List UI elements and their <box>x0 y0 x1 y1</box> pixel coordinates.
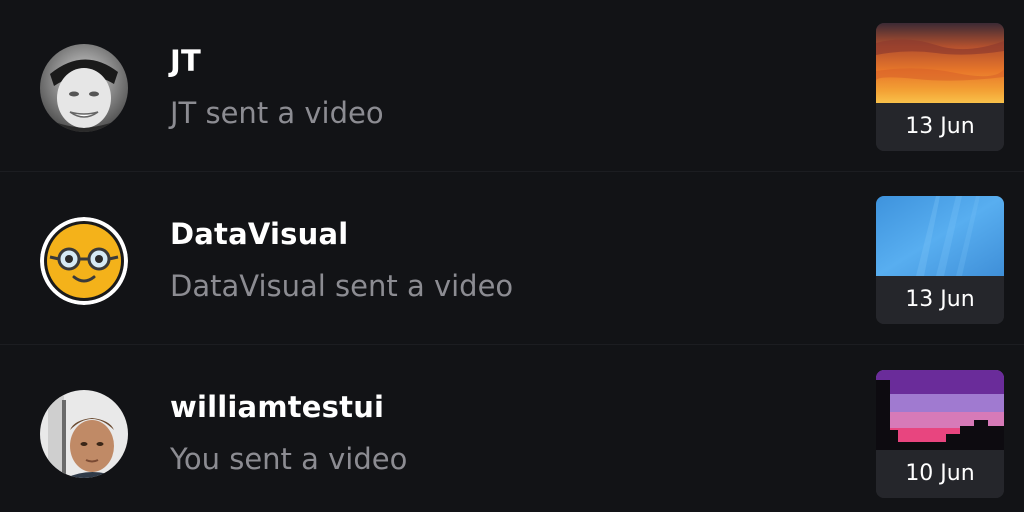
blue-sky-video-thumbnail-icon <box>876 196 1004 276</box>
purple-skyline-video-thumbnail-icon <box>876 370 1004 450</box>
avatar[interactable] <box>40 390 128 478</box>
contact-name: JT <box>170 44 201 78</box>
message-date: 10 Jun <box>876 450 1004 498</box>
user-photo-icon <box>40 390 128 478</box>
message-date: 13 Jun <box>876 103 1004 151</box>
last-message-preview: DataVisual sent a video <box>170 269 514 303</box>
nerd-face-icon <box>40 217 128 305</box>
conversation-row[interactable]: JT JT sent a video 13 Jun <box>0 0 1024 172</box>
video-thumbnail[interactable]: 10 Jun <box>876 370 1004 498</box>
user-photo-icon <box>40 44 128 132</box>
last-message-preview: You sent a video <box>170 442 408 476</box>
contact-name: DataVisual <box>170 217 349 251</box>
last-message-preview: JT sent a video <box>170 96 384 130</box>
video-thumbnail[interactable]: 13 Jun <box>876 196 1004 324</box>
video-thumbnail[interactable]: 13 Jun <box>876 23 1004 151</box>
sunset-video-thumbnail-icon <box>876 23 1004 103</box>
avatar[interactable] <box>40 217 128 305</box>
conversation-list: JT JT sent a video 13 Jun DataVisual Dat… <box>0 0 1024 512</box>
conversation-row[interactable]: williamtestui You sent a video 10 Jun <box>0 346 1024 512</box>
conversation-row[interactable]: DataVisual DataVisual sent a video 13 Ju… <box>0 173 1024 345</box>
message-date: 13 Jun <box>876 276 1004 324</box>
contact-name: williamtestui <box>170 390 385 424</box>
avatar[interactable] <box>40 44 128 132</box>
